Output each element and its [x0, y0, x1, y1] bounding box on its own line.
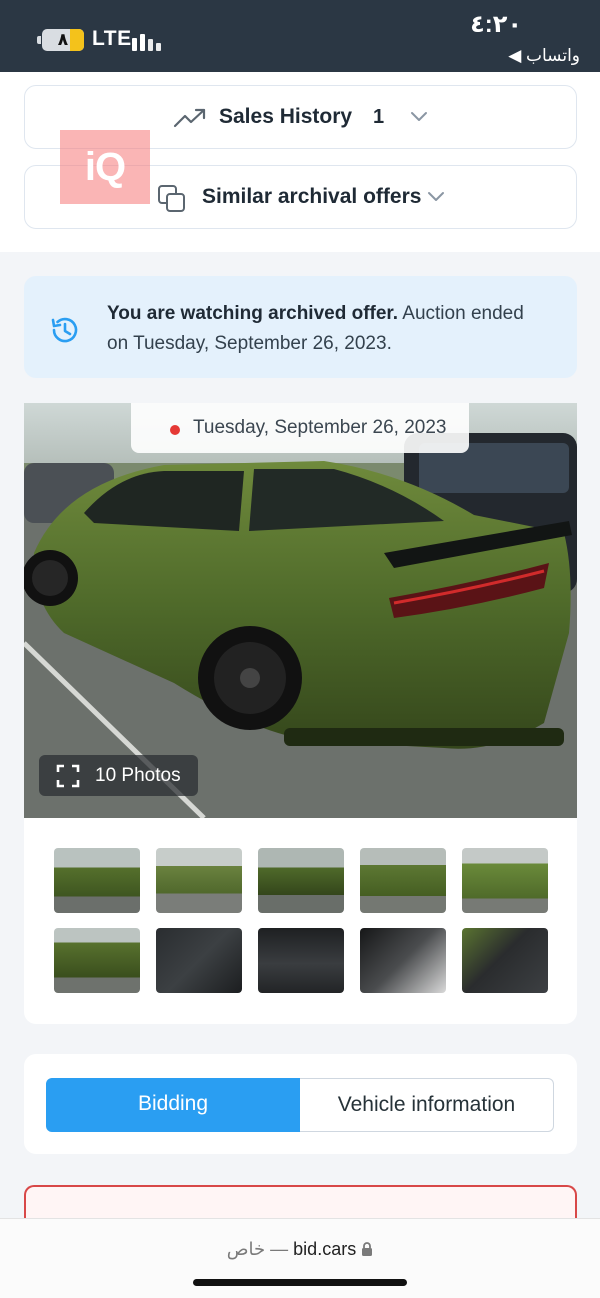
- watermark-logo: iQ: [60, 130, 150, 204]
- tab-bidding[interactable]: Bidding: [46, 1078, 300, 1132]
- domain-label: bid.cars: [293, 1239, 357, 1259]
- status-dot-icon: [170, 425, 180, 435]
- notice-bold: You are watching archived offer.: [107, 303, 399, 324]
- thumbnail[interactable]: [258, 848, 344, 913]
- thumbnail[interactable]: [360, 928, 446, 993]
- sales-history-label: Sales History: [219, 105, 353, 128]
- chevron-down-icon: [411, 112, 427, 121]
- tabs-card: Bidding Vehicle information: [24, 1054, 577, 1154]
- view-photos-button[interactable]: 10 Photos: [39, 755, 198, 796]
- battery-icon: ٨: [37, 29, 84, 51]
- thumbnail[interactable]: [360, 848, 446, 913]
- tab-vehicle-information[interactable]: Vehicle information: [300, 1078, 554, 1132]
- copy-icon: [158, 185, 185, 212]
- clock: ٤:٢٠: [470, 11, 522, 38]
- archived-offer-notice: You are watching archived offer. Auction…: [24, 276, 577, 378]
- url-display[interactable]: خاص — bid.cars: [0, 1239, 600, 1260]
- thumbnail[interactable]: [462, 848, 548, 913]
- browser-url-bar[interactable]: خاص — bid.cars: [0, 1218, 600, 1298]
- history-icon: [51, 317, 78, 343]
- photo-gallery: Tuesday, September 26, 2023 10 Photos: [24, 403, 577, 1024]
- thumbnail[interactable]: [156, 848, 242, 913]
- thumbnail[interactable]: [258, 928, 344, 993]
- private-mode-label: خاص —: [226, 1239, 289, 1259]
- network-type: LTE: [92, 27, 132, 50]
- sales-history-count: 1: [373, 106, 385, 128]
- auction-date-badge: Tuesday, September 26, 2023: [131, 403, 469, 453]
- similar-offers-label: Similar archival offers: [202, 185, 422, 208]
- thumbnail[interactable]: [156, 928, 242, 993]
- thumbnail[interactable]: [54, 848, 140, 913]
- thumbnail[interactable]: [462, 928, 548, 993]
- chevron-down-icon: [428, 192, 444, 201]
- lock-icon: [362, 1242, 373, 1256]
- main-car-photo[interactable]: Tuesday, September 26, 2023 10 Photos: [24, 403, 577, 818]
- notice-text: You are watching archived offer. Auction…: [107, 299, 547, 359]
- auction-date: Tuesday, September 26, 2023: [193, 417, 447, 438]
- signal-icon: [132, 29, 164, 51]
- trending-up-icon: [173, 108, 206, 128]
- photos-count-label: 10 Photos: [95, 765, 181, 786]
- home-indicator[interactable]: [193, 1279, 407, 1286]
- battery-level: ٨: [57, 30, 69, 49]
- fullscreen-icon: [56, 764, 80, 788]
- status-bar: ٨ LTE ٤:٢٠ ◀ واتساب: [0, 0, 600, 72]
- thumbnail[interactable]: [54, 928, 140, 993]
- back-to-app-link[interactable]: ◀ واتساب: [508, 46, 580, 66]
